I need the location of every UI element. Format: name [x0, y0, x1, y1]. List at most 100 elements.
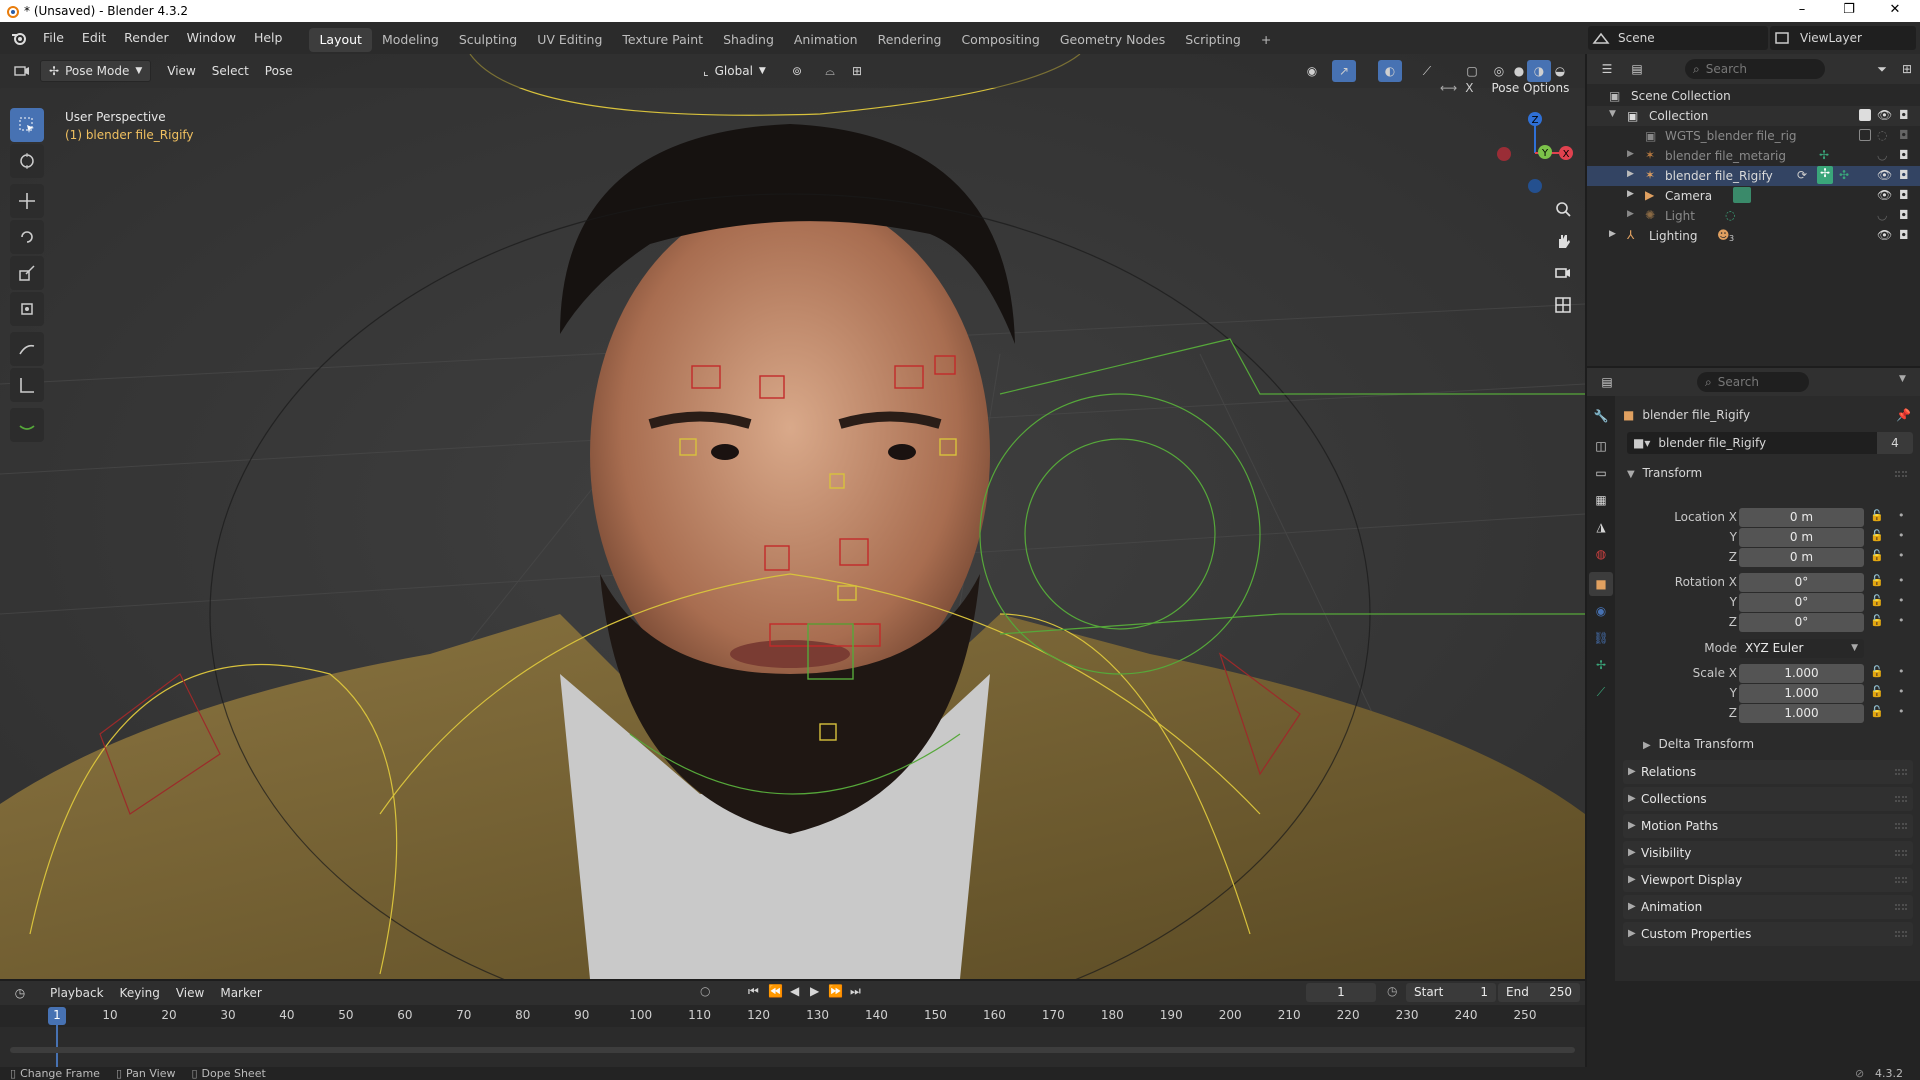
menu-marker[interactable]: Marker [212, 982, 269, 1004]
menu-playback[interactable]: Playback [42, 982, 112, 1004]
menu-view[interactable]: View [159, 60, 203, 82]
bone-tab-icon[interactable]: ⟋ [1589, 680, 1613, 704]
user-count[interactable]: 4 [1877, 432, 1913, 454]
tab-modeling[interactable]: Modeling [372, 28, 449, 52]
transform-panel-header[interactable]: ▼ Transform [1623, 462, 1913, 484]
panel-drag-handle[interactable] [1895, 931, 1907, 937]
rotate-tool[interactable] [10, 220, 44, 254]
outliner-row-rigify[interactable]: ▶ ✶ blender file_Rigify ⟳ ✢ ✣ 👁 ◘ [1587, 166, 1920, 186]
menu-edit[interactable]: Edit [73, 22, 115, 54]
tab-compositing[interactable]: Compositing [951, 28, 1049, 52]
lock-icon[interactable]: 🔓 [1870, 574, 1884, 587]
minimize-button[interactable]: – [1779, 2, 1825, 17]
ortho-grid-icon[interactable] [1548, 290, 1578, 320]
lock-icon[interactable]: 🔓 [1870, 594, 1884, 607]
camera-render-icon[interactable]: ◘ [1899, 168, 1909, 182]
timeline-scrollbar[interactable] [10, 1047, 1575, 1053]
jump-keyframe-forward-icon[interactable]: ⏩ [828, 984, 843, 998]
lock-icon[interactable]: 🔓 [1870, 509, 1884, 522]
lock-icon[interactable]: 🔓 [1870, 705, 1884, 718]
play-icon[interactable]: ▶ [810, 984, 819, 998]
lock-icon[interactable]: 🔓 [1870, 685, 1884, 698]
outliner-scene-collection[interactable]: ▣ Scene Collection [1587, 86, 1920, 106]
scene-tab-icon[interactable]: ◮ [1589, 515, 1613, 539]
eye-icon[interactable]: 👁 [1877, 228, 1892, 242]
expand-arrow-icon[interactable]: ▶ [1627, 189, 1634, 199]
panel-custom-properties[interactable]: ▶ Custom Properties [1623, 922, 1913, 946]
object-tab-icon[interactable]: ■ [1589, 572, 1613, 596]
keyframe-dot-icon[interactable]: • [1898, 574, 1905, 587]
pivot-icon[interactable]: ⊚ [785, 60, 809, 82]
scale-tool[interactable] [10, 256, 44, 290]
xmirror-icon[interactable]: ⟷ [1440, 81, 1457, 95]
camera-view-icon[interactable] [1548, 258, 1578, 288]
tool-tab-icon[interactable]: 🔧 [1589, 404, 1613, 428]
expand-arrow-icon[interactable]: ▶ [1627, 209, 1634, 219]
viewlayer-selector[interactable]: ViewLayer [1770, 26, 1916, 50]
start-frame-field[interactable]: Start 1 [1406, 983, 1496, 1002]
keyframe-dot-icon[interactable]: • [1898, 705, 1905, 718]
bone-overlay-icon[interactable]: ⟋ [1415, 60, 1439, 82]
menu-timeline-view[interactable]: View [168, 982, 212, 1004]
eye-icon[interactable]: ◌ [1877, 128, 1887, 142]
view-layer-tab-icon[interactable]: ▦ [1589, 488, 1613, 512]
tab-layout[interactable]: Layout [309, 28, 372, 52]
rotation-mode-select[interactable]: XYZ Euler ▼ [1739, 639, 1864, 658]
panel-drag-handle[interactable] [1895, 877, 1907, 883]
panel-drag-handle[interactable] [1895, 796, 1907, 802]
expand-arrow-icon[interactable]: ▼ [1609, 109, 1616, 119]
world-tab-icon[interactable]: ◍ [1589, 542, 1613, 566]
snap-target-icon[interactable]: ⊞ [845, 60, 869, 82]
properties-search-input[interactable]: ⌕ Search [1697, 372, 1809, 392]
maximize-button[interactable]: ❐ [1826, 2, 1872, 17]
3d-viewport[interactable]: ✢ Pose Mode ▼ View Select Pose ⌞ Global … [0, 54, 1585, 979]
tab-uv-editing[interactable]: UV Editing [527, 28, 612, 52]
object-datablock-field[interactable]: ■▾ blender file_Rigify 4 [1627, 432, 1913, 454]
exclude-checkbox[interactable] [1859, 109, 1871, 121]
jump-start-icon[interactable]: ⏮ [748, 984, 759, 999]
tab-rendering[interactable]: Rendering [868, 28, 952, 52]
keyframe-dot-icon[interactable]: • [1898, 509, 1905, 522]
panel-drag-handle[interactable] [1895, 823, 1907, 829]
snap-icon[interactable]: ⌓ [818, 60, 842, 82]
output-tab-icon[interactable]: ▭ [1589, 461, 1613, 485]
x-axis-toggle[interactable]: X [1465, 81, 1473, 95]
scale-z-field[interactable]: 1.000 [1739, 704, 1864, 723]
current-frame-field[interactable]: 1 [1306, 983, 1376, 1002]
scene-selector[interactable]: Scene [1588, 26, 1768, 50]
menu-keying[interactable]: Keying [112, 982, 168, 1004]
keyframe-dot-icon[interactable]: • [1898, 529, 1905, 542]
keyframe-dot-icon[interactable]: • [1898, 665, 1905, 678]
move-tool[interactable] [10, 184, 44, 218]
menu-render[interactable]: Render [115, 22, 178, 54]
armature-data-tab-icon[interactable]: ✢ [1589, 653, 1613, 677]
chevron-down-icon[interactable]: ▼ [1899, 374, 1906, 384]
lock-icon[interactable]: 🔓 [1870, 665, 1884, 678]
camera-render-icon[interactable]: ◘ [1899, 208, 1909, 222]
panel-drag-handle[interactable] [1895, 850, 1907, 856]
play-reverse-icon[interactable]: ◀ [790, 984, 799, 998]
keyframe-dot-icon[interactable]: • [1898, 614, 1905, 627]
outliner-row-wgts[interactable]: ▣ WGTS_blender file_rig ◌ ◘ [1587, 126, 1920, 146]
zoom-icon[interactable] [1548, 194, 1578, 224]
outliner-search-input[interactable]: ⌕ Search [1685, 59, 1825, 79]
pin-icon[interactable]: 📌 [1896, 408, 1911, 422]
lock-icon[interactable]: 🔓 [1870, 614, 1884, 627]
gizmo-neg-x[interactable] [1497, 147, 1511, 161]
outliner-row-camera[interactable]: ▶ ▶ Camera 👁 ◘ [1587, 186, 1920, 206]
outliner-row-metarig[interactable]: ▶ ✶ blender file_metarig ✢ ◡ ◘ [1587, 146, 1920, 166]
camera-render-icon[interactable]: ◘ [1899, 128, 1909, 142]
keyframe-dot-icon[interactable]: • [1898, 594, 1905, 607]
rotation-y-field[interactable]: 0° [1739, 593, 1864, 612]
panel-motion-paths[interactable]: ▶ Motion Paths [1623, 814, 1913, 838]
menu-select[interactable]: Select [204, 60, 257, 82]
add-workspace-button[interactable]: + [1251, 28, 1281, 52]
panel-drag-handle[interactable] [1895, 471, 1907, 477]
bone-size-tool[interactable] [10, 408, 44, 442]
jump-end-icon[interactable]: ⏭ [850, 984, 861, 999]
eye-closed-icon[interactable]: ◡ [1877, 148, 1887, 162]
editor-type-icon[interactable] [10, 60, 34, 82]
physics-tab-icon[interactable]: ◉ [1589, 599, 1613, 623]
panel-visibility[interactable]: ▶ Visibility [1623, 841, 1913, 865]
timeline-ruler[interactable]: 1 10 20 30 40 50 60 70 80 90 100 110 120 130 140 150 160… [0, 1005, 1585, 1027]
